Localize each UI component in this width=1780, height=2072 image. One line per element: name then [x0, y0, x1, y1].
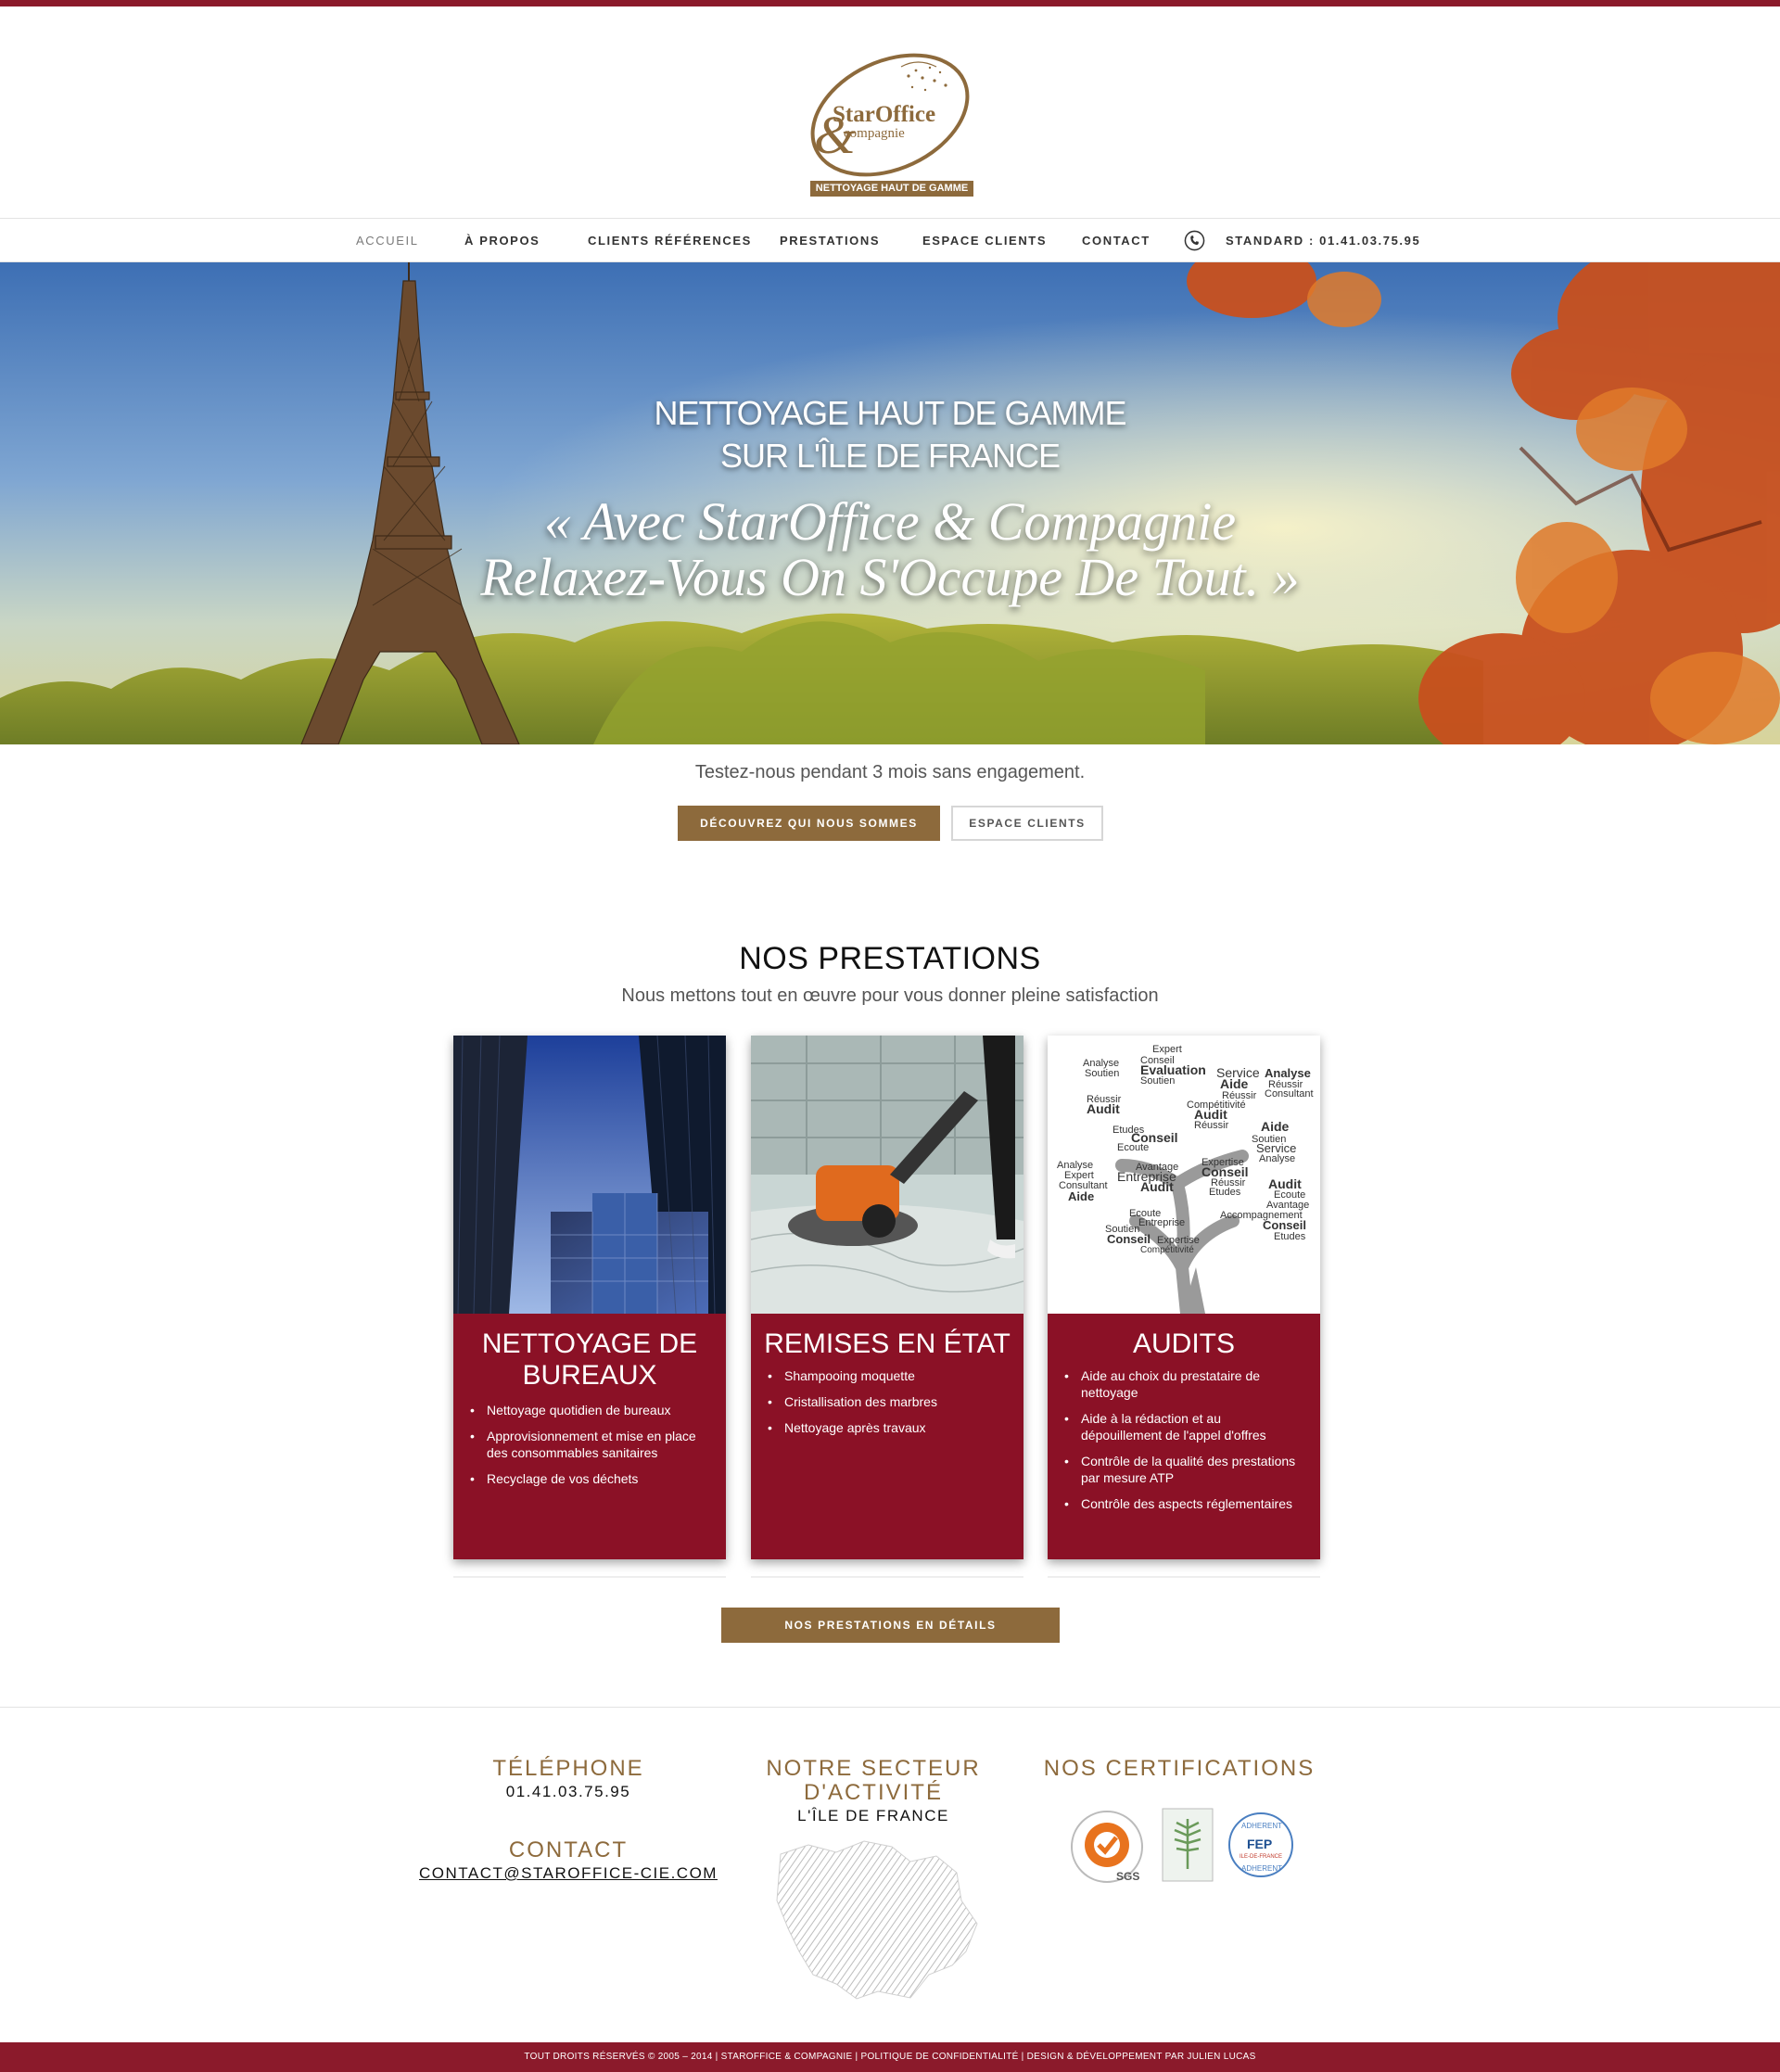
nav-item-a-propos[interactable]: À PROPOS [464, 219, 540, 263]
footer-sector-label: NOTRE SECTEUR D'ACTIVITÉ [734, 1757, 1012, 1805]
footer-telephone[interactable]: 01.41.03.75.95 [429, 1783, 707, 1801]
card-divider [1048, 1576, 1320, 1578]
card-office-building-image [453, 1036, 726, 1314]
svg-text:Entreprise: Entreprise [1138, 1217, 1185, 1228]
nav-item-contact[interactable]: CONTACT [1082, 219, 1151, 263]
footer-separator [0, 1707, 1780, 1708]
list-item: Contrôle des aspects réglementaires [1064, 1495, 1303, 1512]
svg-text:Analyse: Analyse [1265, 1066, 1311, 1080]
svg-text:Conseil: Conseil [1107, 1232, 1151, 1246]
svg-text:Consultant: Consultant [1265, 1088, 1314, 1100]
card-nettoyage-bureaux[interactable]: NETTOYAGE DE BUREAUX Nettoyage quotidien… [453, 1036, 726, 1559]
svg-text:FEP: FEP [1247, 1837, 1272, 1851]
card-list: Nettoyage quotidien de bureaux Approvisi… [470, 1402, 709, 1496]
top-accent-bar [0, 0, 1780, 6]
svg-text:Ecoute: Ecoute [1117, 1142, 1149, 1153]
hero-banner: NETTOYAGE HAUT DE GAMME SUR L'ÎLE DE FRA… [0, 262, 1780, 744]
iso-certification-badge-icon[interactable]: SGS [1068, 1808, 1146, 1886]
card-floor-machine-image [751, 1036, 1024, 1314]
svg-text:Audit: Audit [1087, 1101, 1120, 1116]
svg-text:Compétitivité: Compétitivité [1140, 1245, 1194, 1255]
list-item: Shampooing moquette [768, 1367, 1007, 1384]
section-subtitle: Nous mettons tout en œuvre pour vous don… [621, 985, 1159, 1006]
palm-certification-badge-icon[interactable] [1162, 1808, 1214, 1882]
espace-clients-button[interactable]: ESPACE CLIENTS [951, 806, 1103, 841]
discover-us-button[interactable]: DÉCOUVREZ QUI NOUS SOMMES [678, 806, 940, 841]
svg-text:compagnie: compagnie [844, 126, 905, 141]
hero-quote: « Avec StarOffice & Compagnie Relaxez-Vo… [352, 494, 1428, 605]
logo[interactable]: & StarOffice compagnie [797, 30, 983, 201]
nav-item-prestations[interactable]: PRESTATIONS [780, 219, 880, 263]
card-title: AUDITS [1132, 1328, 1235, 1359]
svg-text:StarOffice: StarOffice [833, 102, 935, 127]
svg-text:Expert: Expert [1152, 1044, 1182, 1055]
svg-text:Aide: Aide [1068, 1189, 1094, 1203]
footer-contact-label: CONTACT [508, 1837, 629, 1862]
hero-title-line1: NETTOYAGE HAUT DE GAMME [654, 394, 1126, 432]
svg-text:Etudes: Etudes [1209, 1187, 1241, 1198]
list-item: Aide au choix du prestataire de nettoyag… [1064, 1367, 1303, 1401]
svg-text:SGS: SGS [1116, 1870, 1139, 1883]
svg-text:Réussir: Réussir [1194, 1120, 1229, 1131]
list-item: Recyclage de vos déchets [470, 1470, 709, 1487]
footer-telephone-label: TÉLÉPHONE [492, 1756, 644, 1781]
footer-sector-label-line1: NOTRE SECTEUR [766, 1756, 981, 1781]
footer-certifications-label: NOS CERTIFICATIONS [1043, 1756, 1316, 1781]
hero-quote-line2: Relaxez-Vous On S'Occupe De Tout. » [480, 547, 1300, 607]
main-navigation: ACCUEIL À PROPOS CLIENTS RÉFÉRENCES PRES… [0, 218, 1780, 262]
hero-title-line2: SUR L'ÎLE DE FRANCE [720, 437, 1061, 475]
svg-text:Soutien: Soutien [1140, 1075, 1175, 1087]
nav-item-clients-references[interactable]: CLIENTS RÉFÉRENCES [588, 219, 752, 263]
list-item: Nettoyage après travaux [768, 1419, 1007, 1436]
card-divider [751, 1576, 1024, 1578]
svg-text:ADHERENT: ADHERENT [1241, 1822, 1282, 1830]
svg-text:Analyse: Analyse [1259, 1153, 1295, 1164]
list-item: Aide à la rédaction et au dépouillement … [1064, 1410, 1303, 1443]
card-title: REMISES EN ÉTAT [764, 1328, 1011, 1359]
prestations-details-button[interactable]: NOS PRESTATIONS EN DÉTAILS [721, 1608, 1060, 1643]
logo-emblem-icon: & StarOffice compagnie [810, 53, 970, 177]
header: & StarOffice compagnie NETTOYAGE HAUT DE… [0, 6, 1780, 218]
phone-icon [1184, 230, 1205, 251]
hero-quote-line1: « Avec StarOffice & Compagnie [543, 491, 1237, 552]
card-audits[interactable]: Expert Conseil Evaluation Soutien Analys… [1048, 1036, 1320, 1559]
svg-text:ILE-DE-FRANCE: ILE-DE-FRANCE [1240, 1854, 1282, 1860]
footer-contact-email[interactable]: CONTACT@STAROFFICE-CIE.COM [411, 1864, 726, 1883]
list-item: Cristallisation des marbres [768, 1393, 1007, 1410]
card-divider [453, 1576, 726, 1578]
card-title-line2: BUREAUX [522, 1360, 657, 1391]
svg-text:Conseil: Conseil [1263, 1218, 1306, 1232]
section-title: NOS PRESTATIONS [739, 941, 1041, 976]
card-audit-word-tree-image: Expert Conseil Evaluation Soutien Analys… [1048, 1036, 1320, 1314]
list-item: Nettoyage quotidien de bureaux [470, 1402, 709, 1418]
svg-text:Audit: Audit [1140, 1179, 1174, 1194]
card-title: NETTOYAGE DE BUREAUX [453, 1328, 726, 1392]
copyright-bar: TOUT DROITS RÉSERVÉS © 2005 – 2014 | STA… [0, 2042, 1780, 2072]
logo-tagline: NETTOYAGE HAUT DE GAMME [810, 181, 973, 197]
trial-tagline: Testez-nous pendant 3 mois sans engageme… [694, 762, 1086, 782]
svg-text:Etudes: Etudes [1274, 1231, 1306, 1242]
card-remises-en-etat[interactable]: REMISES EN ÉTAT Shampooing moquette Cris… [751, 1036, 1024, 1559]
svg-text:ADHERENT: ADHERENT [1241, 1864, 1282, 1873]
svg-text:Aide: Aide [1220, 1076, 1249, 1091]
nav-phone-standard[interactable]: STANDARD : 01.41.03.75.95 [1226, 219, 1420, 263]
card-list: Shampooing moquette Cristallisation des … [768, 1367, 1007, 1445]
footer-sector-label-line2: D'ACTIVITÉ [804, 1780, 943, 1805]
card-title-line1: NETTOYAGE DE [481, 1328, 698, 1359]
list-item: Contrôle de la qualité des prestations p… [1064, 1453, 1303, 1486]
card-list: Aide au choix du prestataire de nettoyag… [1064, 1367, 1303, 1521]
list-item: Approvisionnement et mise en place des c… [470, 1428, 709, 1461]
svg-text:Soutien: Soutien [1085, 1068, 1119, 1079]
fep-adherent-badge-icon[interactable]: ADHERENT FEP ILE-DE-FRANCE ADHERENT [1227, 1808, 1295, 1882]
hero-title: NETTOYAGE HAUT DE GAMME SUR L'ÎLE DE FRA… [519, 392, 1261, 477]
ile-de-france-map-icon [776, 1840, 978, 2000]
svg-text:Aide: Aide [1261, 1119, 1290, 1134]
nav-item-accueil[interactable]: ACCUEIL [356, 219, 419, 263]
nav-item-espace-clients[interactable]: ESPACE CLIENTS [922, 219, 1047, 263]
footer-sector-value: L'ÎLE DE FRANCE [797, 1807, 949, 1824]
